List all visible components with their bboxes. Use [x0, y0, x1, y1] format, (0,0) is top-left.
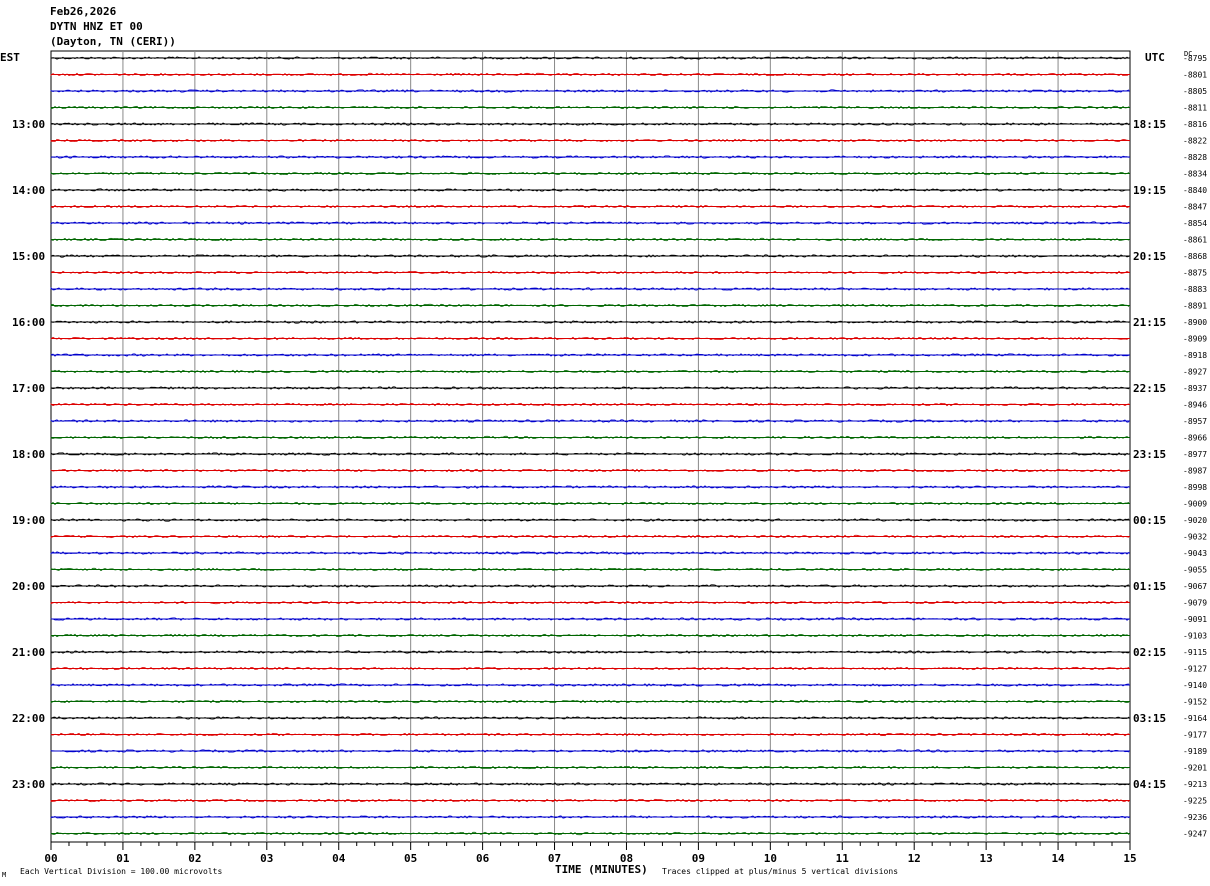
seismic-trace	[50, 138, 1130, 143]
dc-offset-label: -9189	[1183, 747, 1207, 756]
dc-offset-label: -9067	[1183, 582, 1207, 591]
est-hour-label: 13:00	[12, 118, 45, 131]
x-tick-label: 01	[116, 852, 130, 865]
est-hour-label: 22:00	[12, 712, 45, 725]
utc-axis-title: UTC	[1145, 51, 1165, 64]
dc-offset-label: -9177	[1183, 731, 1207, 740]
utc-hour-label: 02:15	[1133, 646, 1166, 659]
x-tick-label: 02	[188, 852, 201, 865]
dc-offset-label: -9043	[1183, 549, 1207, 558]
dc-offset-label: -8847	[1183, 203, 1207, 212]
corner-mark: M	[2, 871, 7, 879]
scale-note: Each Vertical Division = 100.00 microvol…	[20, 867, 223, 876]
dc-offset-label: -9201	[1183, 764, 1207, 773]
dc-offset-label: -8977	[1183, 450, 1207, 459]
dc-offset-label: -8891	[1183, 302, 1207, 311]
est-hour-label: 20:00	[12, 580, 45, 593]
est-axis-title: EST	[0, 51, 20, 64]
dc-offset-label: -8998	[1183, 483, 1207, 492]
dc-offset-label: -8927	[1183, 368, 1207, 377]
dc-offset-label: -8822	[1183, 137, 1207, 146]
dc-offset-label: -8805	[1183, 87, 1207, 96]
dc-offset-label: -8909	[1183, 335, 1207, 344]
dc-offset-label: -9247	[1183, 830, 1207, 839]
dc-offset-label: -8987	[1183, 467, 1207, 476]
helicorder-plot: -8795-8801-8805-8811-8816-8822-8828-8834…	[12, 50, 1207, 865]
dc-offset-label: -9020	[1183, 516, 1207, 525]
dc-offset-label: -8801	[1183, 71, 1207, 80]
dc-offset-label: -8840	[1183, 186, 1207, 195]
x-tick-label: 11	[836, 852, 850, 865]
x-tick-label: 05	[404, 852, 417, 865]
dc-offset-label: -9225	[1183, 797, 1207, 806]
seismic-trace	[50, 534, 1130, 539]
dc-offset-label: -8861	[1183, 236, 1207, 245]
utc-hour-label: 18:15	[1133, 118, 1166, 131]
utc-hour-label: 20:15	[1133, 250, 1166, 263]
est-hour-label: 18:00	[12, 448, 45, 461]
dc-offset-label: -8816	[1183, 120, 1207, 129]
dc-offset-label: -9115	[1183, 648, 1207, 657]
x-tick-label: 09	[692, 852, 705, 865]
utc-hour-label: 04:15	[1133, 778, 1166, 791]
dc-offset-label: -8900	[1183, 318, 1207, 327]
x-tick-label: 03	[260, 852, 273, 865]
est-hour-label: 16:00	[12, 316, 45, 329]
dc-offset-label: -8828	[1183, 153, 1207, 162]
x-tick-label: 13	[980, 852, 993, 865]
dc-offset-label: -9009	[1183, 500, 1207, 509]
dc-offset-label: -9213	[1183, 780, 1207, 789]
dc-offset-label: -8957	[1183, 417, 1207, 426]
utc-hour-label: 23:15	[1133, 448, 1166, 461]
dc-offset-label: -8868	[1183, 252, 1207, 261]
dc-offset-label: -8918	[1183, 351, 1207, 360]
dc-offset-label: -8883	[1183, 285, 1207, 294]
dc-offset-label: -9079	[1183, 599, 1207, 608]
seismic-trace	[50, 831, 1130, 836]
dc-offset-label: -9140	[1183, 681, 1207, 690]
x-tick-label: 15	[1123, 852, 1136, 865]
dc-offset-label: -9236	[1183, 813, 1207, 822]
plot-frame	[50, 50, 1131, 843]
clip-note: Traces clipped at plus/minus 5 vertical …	[662, 867, 899, 876]
est-hour-label: 23:00	[12, 778, 45, 791]
dc-offset-label: -9103	[1183, 632, 1207, 641]
utc-hour-label: 21:15	[1133, 316, 1166, 329]
utc-hour-label: 22:15	[1133, 382, 1166, 395]
dc-column-title: DC	[1184, 50, 1193, 58]
dc-offset-label: -9164	[1183, 714, 1207, 723]
est-hour-label: 19:00	[12, 514, 45, 527]
est-hour-label: 17:00	[12, 382, 45, 395]
dc-offset-label: -8854	[1183, 219, 1207, 228]
x-tick-label: 06	[476, 852, 490, 865]
dc-offset-label: -8946	[1183, 401, 1207, 410]
utc-hour-label: 19:15	[1133, 184, 1166, 197]
dc-offset-label: -8966	[1183, 434, 1207, 443]
x-tick-label: 12	[908, 852, 921, 865]
dc-offset-label: -9091	[1183, 615, 1207, 624]
x-tick-label: 10	[764, 852, 777, 865]
est-hour-label: 14:00	[12, 184, 45, 197]
est-hour-label: 21:00	[12, 646, 45, 659]
dc-offset-label: -8811	[1183, 104, 1207, 113]
x-tick-label: 14	[1051, 852, 1065, 865]
x-tick-label: 04	[332, 852, 346, 865]
dc-offset-label: -9127	[1183, 665, 1207, 674]
x-axis-title: TIME (MINUTES)	[555, 863, 648, 876]
dc-offset-label: -9055	[1183, 566, 1207, 575]
dc-offset-label: -9032	[1183, 533, 1207, 542]
utc-hour-label: 00:15	[1133, 514, 1166, 527]
dc-offset-label: -8834	[1183, 170, 1207, 179]
utc-hour-label: 03:15	[1133, 712, 1166, 725]
dc-offset-label: -8937	[1183, 384, 1207, 393]
dc-offset-label: -8875	[1183, 269, 1207, 278]
x-tick-label: 00	[44, 852, 57, 865]
dc-offset-label: -9152	[1183, 698, 1207, 707]
est-hour-label: 15:00	[12, 250, 45, 263]
utc-hour-label: 01:15	[1133, 580, 1166, 593]
